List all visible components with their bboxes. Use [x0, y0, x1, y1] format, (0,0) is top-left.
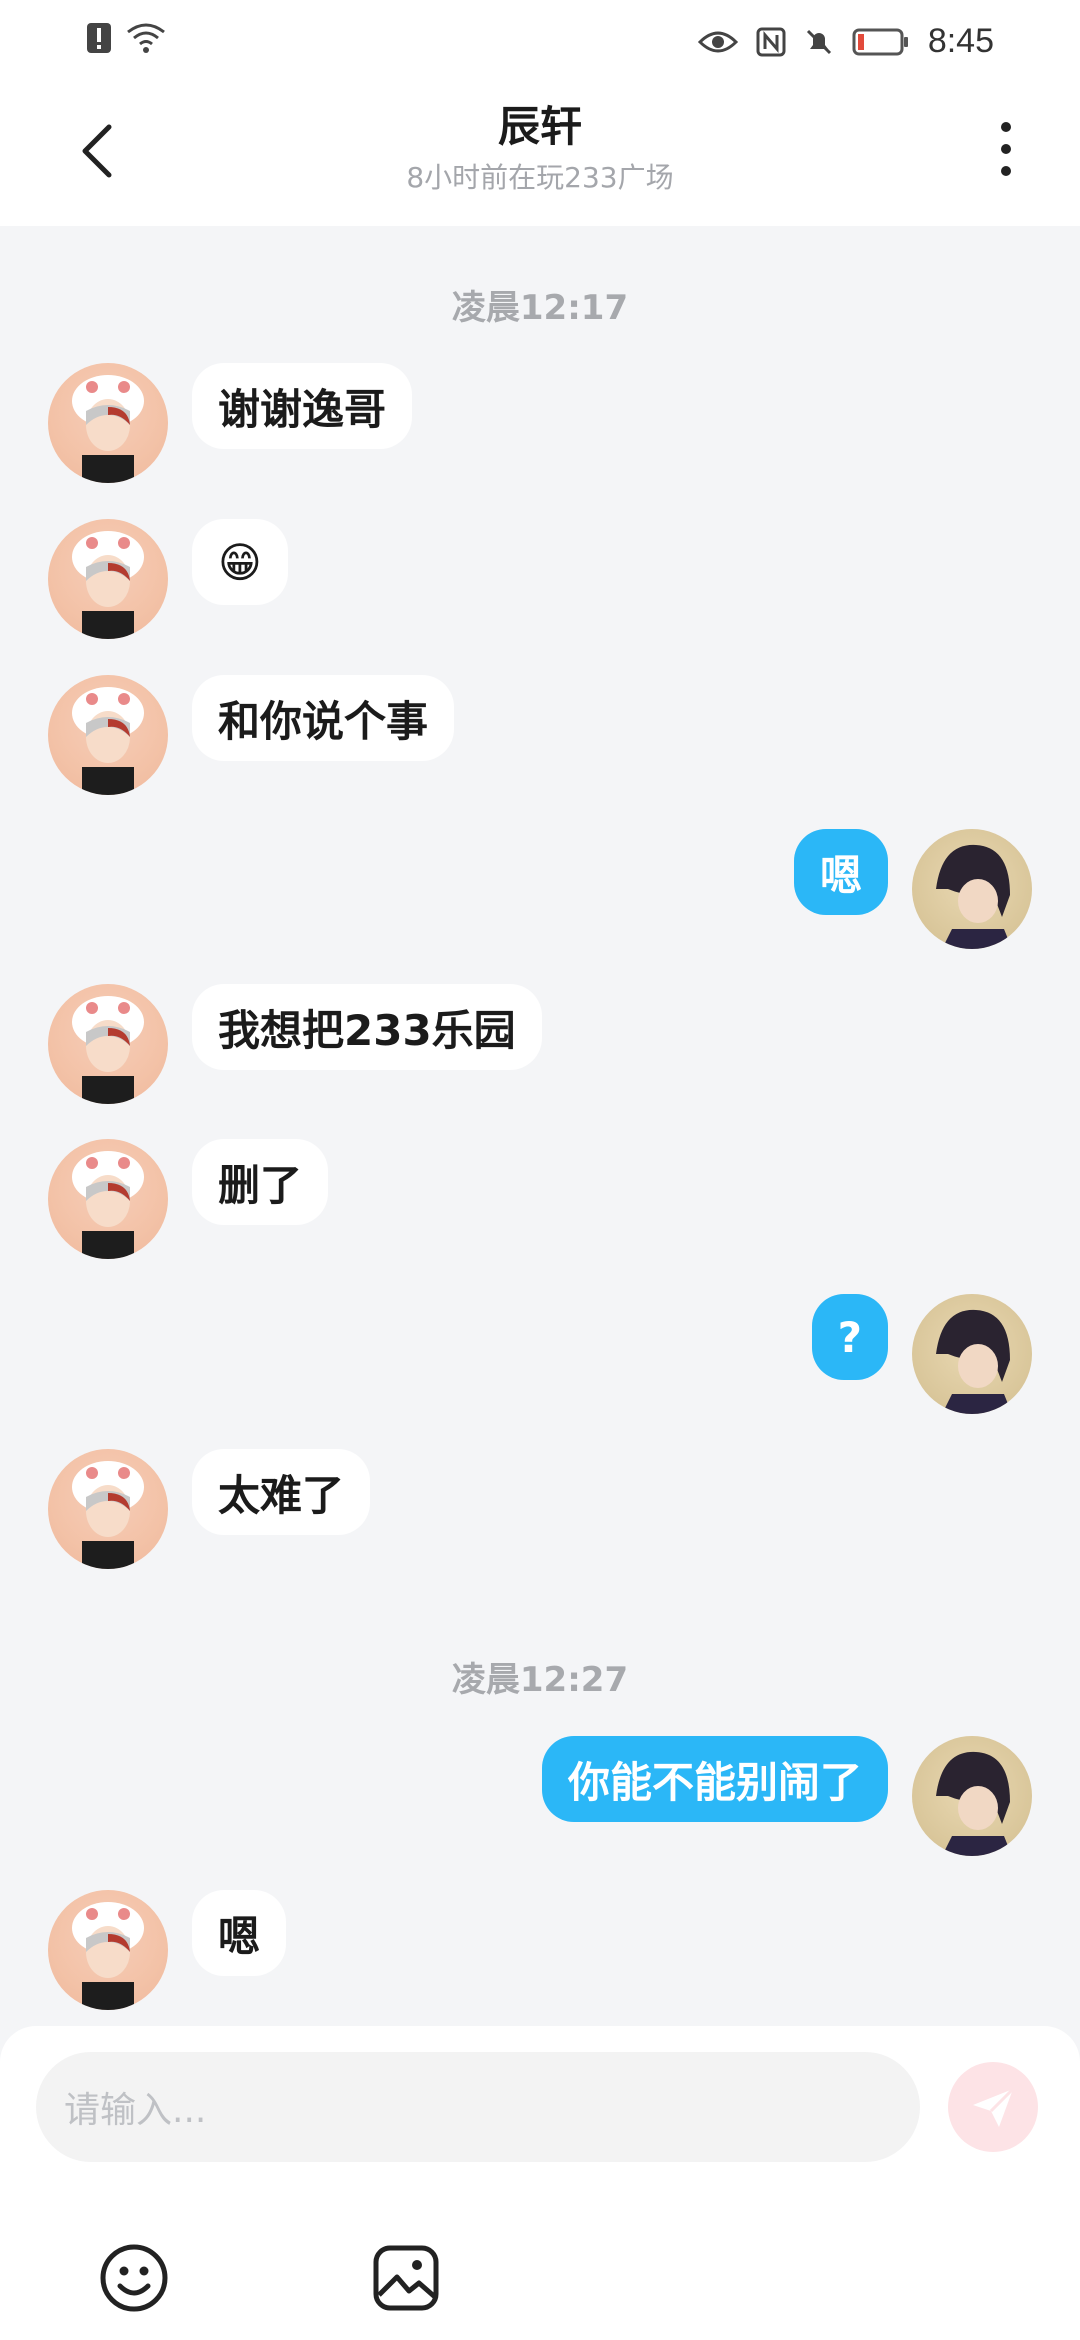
wifi-icon	[127, 23, 165, 53]
avatar-illustration	[72, 687, 144, 795]
message-row: 😁	[0, 519, 1080, 643]
message-row: ?	[0, 1294, 1080, 1418]
status-right: 8:45	[697, 22, 994, 61]
avatar-illustration	[72, 1151, 144, 1259]
avatar[interactable]	[48, 519, 168, 639]
page-title: 辰轩	[497, 102, 582, 151]
avatar-illustration	[72, 1461, 144, 1569]
avatar-illustration	[72, 375, 144, 483]
avatar[interactable]	[48, 1449, 168, 1569]
battery-icon	[852, 28, 908, 55]
status-time: 8:45	[927, 22, 994, 60]
avatar-illustration	[72, 1902, 144, 2010]
message-bubble[interactable]: 你能不能别闹了	[541, 1736, 888, 1822]
message-row: 谢谢逸哥	[0, 363, 1080, 487]
nfc-icon	[756, 27, 786, 56]
avatar[interactable]	[912, 1736, 1032, 1856]
alert-icon	[87, 23, 111, 53]
page-subtitle: 8小时前在玩233广场	[406, 161, 674, 194]
emoji-icon	[100, 2244, 168, 2312]
composer: 请输入...	[0, 2026, 1080, 2340]
emoji-button[interactable]	[96, 2240, 172, 2316]
message-bubble[interactable]: 删了	[192, 1139, 329, 1225]
message-row: 太难了	[0, 1449, 1080, 1573]
send-button[interactable]	[948, 2062, 1038, 2152]
avatar[interactable]	[48, 1139, 168, 1259]
chat-header: 辰轩 8小时前在玩233广场	[0, 80, 1080, 226]
message-bubble[interactable]: ?	[811, 1294, 888, 1380]
input-placeholder: 请输入...	[64, 2090, 207, 2131]
message-bubble[interactable]: 😁	[192, 519, 288, 605]
timestamp: 凌晨12:27	[451, 1660, 629, 1700]
message-bubble[interactable]: 谢谢逸哥	[192, 363, 413, 449]
chat-list[interactable]: 凌晨12:17 谢谢逸哥 😁 和你说个事 嗯 我想把233乐园 删了 ? 太难了…	[0, 226, 1080, 2026]
avatar-illustration	[72, 531, 144, 639]
avatar[interactable]	[912, 829, 1032, 949]
message-bubble[interactable]: 和你说个事	[192, 675, 455, 761]
status-bar: 8:45	[0, 0, 1080, 80]
more-button[interactable]	[976, 114, 1036, 184]
mute-bell-icon	[806, 29, 831, 54]
avatar-illustration	[936, 1309, 1012, 1414]
message-input[interactable]: 请输入...	[36, 2052, 920, 2162]
status-left	[86, 22, 166, 54]
message-row: 你能不能别闹了	[0, 1736, 1080, 1860]
message-row: 和你说个事	[0, 675, 1080, 799]
avatar[interactable]	[48, 675, 168, 795]
avatar-illustration	[72, 996, 144, 1104]
message-row: 删了	[0, 1139, 1080, 1263]
message-bubble[interactable]: 嗯	[793, 829, 888, 915]
avatar-illustration	[936, 844, 1012, 949]
image-button[interactable]	[368, 2240, 444, 2316]
message-bubble[interactable]: 太难了	[192, 1449, 371, 1535]
message-row: 嗯	[0, 829, 1080, 953]
avatar-illustration	[936, 1751, 1012, 1856]
timestamp: 凌晨12:17	[451, 288, 629, 328]
title-block: 辰轩 8小时前在玩233广场	[0, 102, 1080, 198]
message-row: 我想把233乐园	[0, 984, 1080, 1108]
message-bubble[interactable]: 我想把233乐园	[192, 984, 542, 1070]
image-icon	[373, 2245, 439, 2311]
avatar[interactable]	[48, 984, 168, 1104]
more-vertical-icon	[1001, 122, 1011, 176]
avatar[interactable]	[912, 1294, 1032, 1414]
message-row: 嗯	[0, 1890, 1080, 2014]
message-bubble[interactable]: 嗯	[192, 1890, 287, 1976]
send-icon	[973, 2087, 1015, 2127]
avatar[interactable]	[48, 363, 168, 483]
eye-icon	[697, 31, 738, 52]
avatar[interactable]	[48, 1890, 168, 2010]
